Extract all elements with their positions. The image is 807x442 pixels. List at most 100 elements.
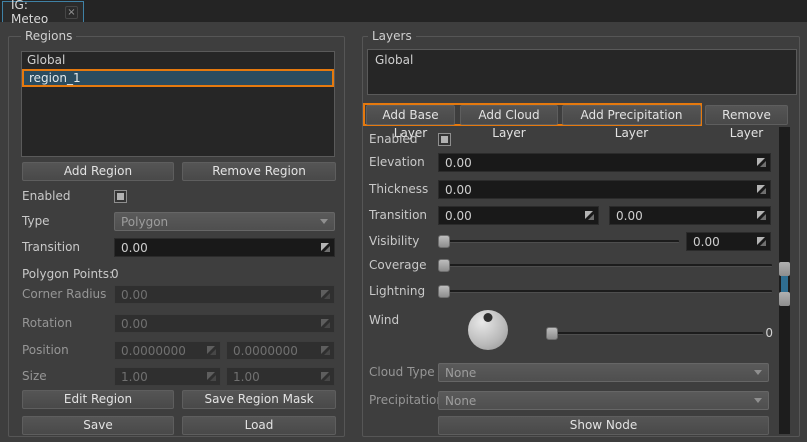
drag-handle-icon [321, 290, 330, 299]
drag-handle-icon [321, 372, 330, 381]
elevation-input[interactable]: 0.00 [438, 153, 771, 172]
scrollbar-up-button[interactable] [779, 262, 790, 276]
wind-speed-slider[interactable] [546, 324, 763, 343]
corner-radius-value: 0.00 [121, 288, 321, 302]
layer-enabled-checkbox[interactable] [438, 133, 451, 146]
region-enabled-checkbox[interactable] [114, 190, 127, 203]
chevron-down-icon [320, 219, 328, 224]
list-item-region-1[interactable]: region_1 [22, 69, 334, 87]
add-base-layer-button[interactable]: Add Base Layer [366, 105, 455, 125]
drag-handle-icon[interactable] [321, 243, 330, 252]
slider-handle[interactable] [546, 327, 558, 340]
polygon-points-value: 0 [111, 265, 119, 284]
drag-handle-icon[interactable] [585, 211, 594, 220]
regions-panel: Regions Global region_1 Add Region Remov… [8, 36, 345, 437]
visibility-input[interactable]: 0.00 [686, 232, 771, 251]
rotation-label: Rotation [22, 314, 72, 333]
close-icon[interactable]: × [65, 6, 78, 19]
precipitation-label: Precipitation [369, 391, 444, 410]
save-button[interactable]: Save [22, 416, 174, 435]
visibility-value: 0.00 [693, 235, 757, 249]
show-node-button[interactable]: Show Node [438, 416, 769, 435]
size-x-value: 1.00 [121, 370, 207, 384]
remove-layer-button[interactable]: Remove Layer [705, 105, 788, 125]
knob-indicator-dot [484, 313, 493, 322]
slider-track [438, 264, 772, 267]
slider-handle[interactable] [438, 235, 450, 248]
position-x-input: 0.0000000 [114, 341, 221, 360]
transition-x-value: 0.00 [445, 209, 585, 223]
position-y-value: 0.0000000 [233, 344, 321, 358]
add-cloud-layer-button[interactable]: Add Cloud Layer [460, 105, 558, 125]
size-y-value: 1.00 [233, 370, 321, 384]
drag-handle-icon[interactable] [757, 185, 766, 194]
corner-radius-input: 0.00 [114, 285, 335, 304]
remove-region-button[interactable]: Remove Region [182, 162, 336, 181]
transition-label: Transition [369, 206, 427, 225]
position-label: Position [22, 341, 69, 360]
transition-y-value: 0.00 [616, 209, 757, 223]
transition-input[interactable]: 0.00 [114, 238, 335, 257]
scrollbar-thumb[interactable] [781, 276, 788, 292]
list-item-global[interactable]: Global [368, 50, 796, 67]
slider-track [438, 240, 679, 243]
position-x-value: 0.0000000 [121, 344, 207, 358]
drag-handle-icon[interactable] [757, 211, 766, 220]
thickness-label: Thickness [369, 180, 428, 199]
wind-value: 0 [761, 324, 773, 343]
drag-handle-icon [321, 319, 330, 328]
precipitation-value: None [445, 394, 754, 408]
coverage-label: Coverage [369, 256, 427, 275]
regions-list[interactable]: Global region_1 [21, 51, 335, 157]
edit-region-button[interactable]: Edit Region [22, 390, 174, 409]
save-region-mask-button[interactable]: Save Region Mask [182, 390, 336, 409]
drag-handle-icon[interactable] [757, 158, 766, 167]
precipitation-dropdown[interactable]: None [438, 391, 769, 410]
lightning-slider[interactable] [438, 282, 772, 301]
tab-bar: IG: Meteo × [0, 0, 807, 22]
chevron-down-icon [754, 370, 762, 375]
load-button[interactable]: Load [182, 416, 336, 435]
drag-handle-icon[interactable] [757, 237, 766, 246]
layers-list[interactable]: Global [367, 49, 797, 95]
enabled-label: Enabled [369, 130, 418, 149]
visibility-slider[interactable] [438, 232, 679, 251]
list-item-global[interactable]: Global [22, 52, 334, 69]
slider-handle[interactable] [438, 285, 450, 298]
transition-value: 0.00 [121, 241, 321, 255]
thickness-input[interactable]: 0.00 [438, 180, 771, 199]
layers-panel-title: Layers [368, 29, 416, 43]
layers-scrollbar[interactable] [779, 127, 790, 434]
scrollbar-down-button[interactable] [779, 292, 790, 306]
tab-label: IG: Meteo [11, 0, 61, 26]
layers-panel: Layers Global Add Base Layer Add Cloud L… [362, 36, 800, 437]
drag-handle-icon [207, 346, 216, 355]
size-x-input: 1.00 [114, 367, 221, 386]
corner-radius-label: Corner Radius [22, 285, 106, 304]
elevation-value: 0.00 [445, 156, 757, 170]
rotation-input: 0.00 [114, 314, 335, 333]
tab-ig-meteo[interactable]: IG: Meteo × [2, 1, 84, 22]
type-value: Polygon [121, 215, 320, 229]
transition-y-input[interactable]: 0.00 [609, 206, 771, 225]
thickness-value: 0.00 [445, 183, 757, 197]
rotation-value: 0.00 [121, 317, 321, 331]
type-label: Type [22, 212, 50, 231]
elevation-label: Elevation [369, 153, 425, 172]
transition-x-input[interactable]: 0.00 [438, 206, 599, 225]
cloud-type-value: None [445, 366, 754, 380]
lightning-label: Lightning [369, 282, 425, 301]
coverage-slider[interactable] [438, 256, 772, 275]
add-region-button[interactable]: Add Region [22, 162, 174, 181]
cloud-type-dropdown[interactable]: None [438, 363, 769, 382]
wind-direction-knob[interactable] [468, 310, 508, 350]
polygon-points-label: Polygon Points: [22, 265, 113, 284]
type-dropdown[interactable]: Polygon [114, 212, 335, 231]
add-layer-buttons-highlight: Add Base Layer Add Cloud Layer Add Preci… [363, 103, 702, 126]
size-y-input: 1.00 [226, 367, 335, 386]
regions-panel-title: Regions [21, 29, 76, 43]
drag-handle-icon [321, 346, 330, 355]
slider-handle[interactable] [438, 259, 450, 272]
visibility-label: Visibility [369, 232, 419, 251]
add-precipitation-layer-button[interactable]: Add Precipitation Layer [562, 105, 701, 125]
